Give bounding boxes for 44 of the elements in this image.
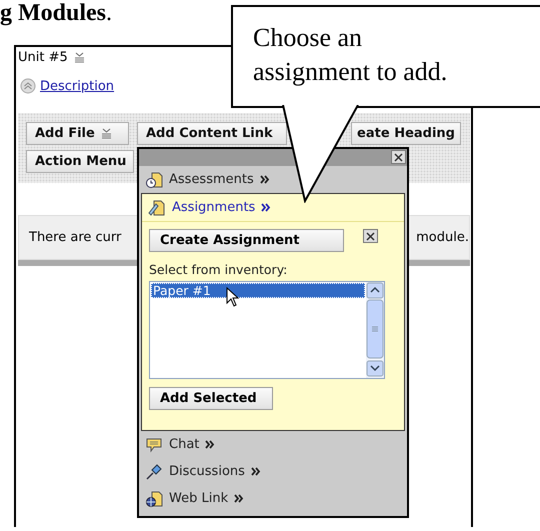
pushpin-icon (145, 462, 163, 480)
close-button[interactable] (363, 229, 378, 243)
close-button[interactable] (391, 150, 406, 164)
menu-item-label: Discussions (169, 464, 245, 479)
speech-bubble-icon (145, 436, 163, 454)
menu-icon[interactable] (74, 52, 85, 62)
callout-text: Choose an assignment to add. (253, 22, 448, 88)
menu-icon[interactable] (100, 128, 112, 139)
chevron-icon (205, 440, 216, 449)
chevron-icon (250, 467, 261, 476)
menu-item-label: Web Link (169, 491, 228, 506)
chevron-icon (234, 494, 244, 503)
menu-item[interactable]: Assignments (142, 194, 404, 221)
notice-text: There are curr (29, 230, 122, 245)
collapse-icon[interactable] (20, 78, 36, 94)
menu-item-label: Assignments (172, 200, 256, 215)
close-icon (394, 152, 403, 162)
toolbar-button[interactable]: Add Content Link (137, 122, 287, 145)
chevron-icon (261, 203, 272, 212)
section-heading: g Modules. (0, 0, 114, 28)
pointer-icon (226, 287, 239, 307)
inventory-list[interactable]: Paper #1 (149, 281, 385, 379)
menu-item[interactable]: Assessments (139, 166, 407, 193)
menu-item-label: Chat (169, 437, 200, 452)
list-option[interactable]: Paper #1 (151, 283, 365, 298)
toolbar-button[interactable]: Add File (26, 122, 129, 145)
notice-text: module. (416, 230, 469, 245)
close-icon (366, 232, 375, 240)
add-selected-button[interactable]: Add Selected (149, 387, 273, 410)
scrollbar[interactable] (366, 282, 384, 378)
module-title: Unit #5 (18, 50, 68, 64)
document-ruler-icon (148, 198, 166, 216)
globe-document-icon (145, 490, 163, 508)
toolbar-button[interactable]: eate Heading (351, 122, 461, 145)
description-link[interactable]: Description (40, 78, 114, 94)
menu-item[interactable]: Discussions (139, 458, 407, 485)
inventory-label: Select from inventory: (149, 262, 288, 277)
clipboard-clock-icon (145, 170, 163, 188)
create-assignment-button[interactable]: Create Assignment (149, 229, 344, 252)
chevron-icon (260, 175, 270, 184)
menu-item[interactable]: Chat (139, 431, 407, 458)
menu-item-label: Assessments (169, 172, 254, 187)
menu-item[interactable]: Web Link (139, 485, 407, 512)
action-menu-button[interactable]: Action Menu (26, 150, 134, 173)
